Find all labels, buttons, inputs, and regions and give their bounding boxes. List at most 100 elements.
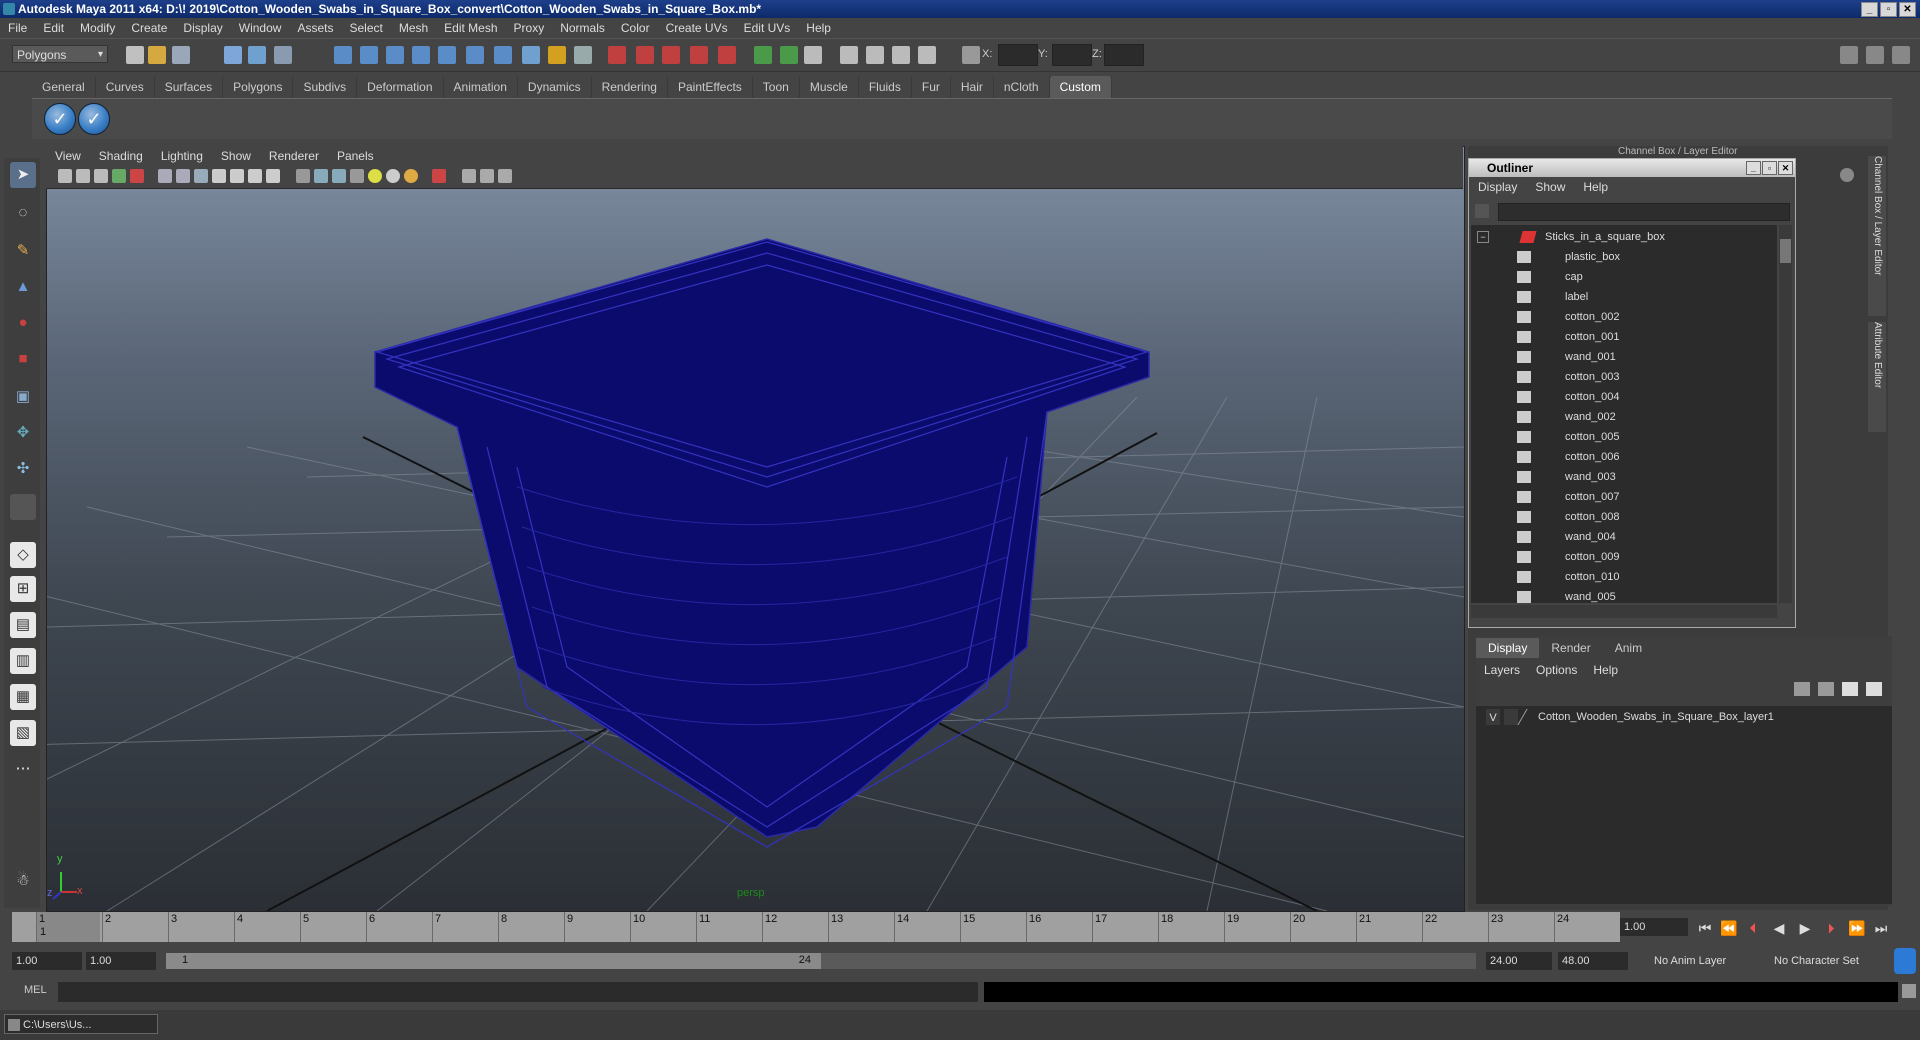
outliner-horizontal-scrollbar[interactable] (1471, 605, 1777, 618)
menu-edit-mesh[interactable]: Edit Mesh (436, 18, 505, 38)
shelf-tab-subdivs[interactable]: Subdivs (293, 76, 358, 98)
outliner-row[interactable]: cotton_004 (1471, 387, 1771, 407)
create-layer-from-selected-icon[interactable] (1866, 682, 1882, 696)
input-ops-icon[interactable] (754, 46, 772, 64)
outliner-menu-help[interactable]: Help (1574, 177, 1617, 197)
menu-select[interactable]: Select (341, 18, 390, 38)
menu-window[interactable]: Window (231, 18, 290, 38)
render-view-icon[interactable] (840, 46, 858, 64)
shelf-tab-hair[interactable]: Hair (951, 76, 994, 98)
outliner-close-button[interactable]: ✕ (1778, 161, 1793, 175)
layer-tab-display[interactable]: Display (1476, 638, 1540, 658)
rotate-tool-icon[interactable]: ● (10, 310, 36, 336)
channel-box-side-tab[interactable]: Channel Box / Layer Editor (1868, 156, 1886, 316)
menu-modify[interactable]: Modify (72, 18, 123, 38)
outliner-row[interactable]: cotton_009 (1471, 547, 1771, 567)
pick-mask-edge-icon[interactable] (360, 46, 378, 64)
hypershade-layout-icon[interactable]: ▦ (10, 684, 36, 710)
pick-mask-vertex-icon[interactable] (334, 46, 352, 64)
outliner-search-input[interactable] (1498, 203, 1790, 221)
pick-mask-curve-icon[interactable] (466, 46, 484, 64)
x-coord-input[interactable] (998, 44, 1038, 66)
outliner-row[interactable]: wand_003 (1471, 467, 1771, 487)
new-scene-icon[interactable] (126, 46, 144, 64)
outliner-row[interactable]: wand_004 (1471, 527, 1771, 547)
step-back-frame-icon[interactable]: ⏴ (1742, 918, 1764, 938)
shelf-tab-rendering[interactable]: Rendering (592, 76, 668, 98)
grid-toggle-icon[interactable] (158, 169, 172, 183)
quick-help-icon[interactable]: ☃ (10, 868, 36, 894)
outliner-minimize-button[interactable]: _ (1746, 161, 1761, 175)
persp-outliner-layout-icon[interactable]: ▤ (10, 612, 36, 638)
shelf-tab-muscle[interactable]: Muscle (800, 76, 859, 98)
move-tool-icon[interactable]: ▲ (10, 274, 36, 300)
channel-box-options-icon[interactable] (1840, 168, 1854, 182)
play-backwards-icon[interactable]: ◀ (1768, 918, 1790, 938)
playback-start-field[interactable]: 1.00 (86, 952, 156, 970)
gate-mask-icon[interactable] (212, 169, 226, 183)
2d-pan-zoom-icon[interactable] (130, 169, 144, 183)
help-line-icon[interactable] (522, 46, 540, 64)
menu-set-selector[interactable]: Polygons (12, 45, 108, 64)
outliner-row[interactable]: cotton_003 (1471, 367, 1771, 387)
minimize-button[interactable]: _ (1861, 2, 1878, 17)
shelf-check-icon-2[interactable]: ✓ (78, 103, 110, 135)
current-frame-marker[interactable]: 1 (36, 912, 100, 942)
scale-tool-icon[interactable]: ■ (10, 346, 36, 372)
menu-proxy[interactable]: Proxy (506, 18, 553, 38)
layer-menu-layers[interactable]: Layers (1476, 660, 1528, 680)
step-back-key-icon[interactable]: ⏪ (1718, 918, 1740, 938)
xray-joints-icon[interactable] (480, 169, 494, 183)
attribute-editor-toggle-icon[interactable] (1840, 46, 1858, 64)
snap-to-point-icon[interactable] (662, 46, 680, 64)
shelf-tab-general[interactable]: General (32, 76, 96, 98)
pick-mask-uv-icon[interactable] (412, 46, 430, 64)
paint-select-tool-icon[interactable]: ✎ (10, 238, 36, 264)
z-coord-input[interactable] (1104, 44, 1144, 66)
pick-mask-face-icon[interactable] (386, 46, 404, 64)
snap-to-curve-icon[interactable] (636, 46, 654, 64)
viewport-menu-renderer[interactable]: Renderer (260, 146, 328, 166)
safe-action-icon[interactable] (248, 169, 262, 183)
layer-menu-help[interactable]: Help (1585, 660, 1626, 680)
textured-icon[interactable] (350, 169, 364, 183)
toolbox-expand-icon[interactable]: ⋯ (10, 756, 36, 782)
ipr-render-icon[interactable] (892, 46, 910, 64)
use-all-lights-icon[interactable] (368, 169, 382, 183)
menu-create[interactable]: Create (123, 18, 175, 38)
graph-editor-layout-icon[interactable]: ▧ (10, 720, 36, 746)
shelf-tab-surfaces[interactable]: Surfaces (155, 76, 224, 98)
outliner-root-row[interactable]: − Sticks_in_a_square_box (1471, 227, 1771, 247)
maximize-button[interactable]: ▫ (1880, 2, 1897, 17)
perspective-viewport[interactable]: y x z persp (46, 146, 1465, 912)
shelf-tab-toon[interactable]: Toon (753, 76, 800, 98)
pick-mask-surface-icon[interactable] (494, 46, 512, 64)
isolate-select-icon[interactable] (432, 169, 446, 183)
persp-graph-layout-icon[interactable]: ▥ (10, 648, 36, 674)
menu-edit-uvs[interactable]: Edit UVs (736, 18, 799, 38)
xray-icon[interactable] (462, 169, 476, 183)
soft-modification-icon[interactable]: ✥ (10, 420, 36, 446)
viewport-menu-show[interactable]: Show (212, 146, 260, 166)
shelf-tab-deformation[interactable]: Deformation (357, 76, 444, 98)
outliner-row[interactable]: cap (1471, 267, 1771, 287)
render-current-frame-icon[interactable] (866, 46, 884, 64)
outliner-row[interactable]: cotton_002 (1471, 307, 1771, 327)
pick-mask-misc-icon[interactable] (438, 46, 456, 64)
menu-mesh[interactable]: Mesh (391, 18, 436, 38)
outliner-row[interactable]: wand_005 (1471, 587, 1771, 603)
lock-selection-icon[interactable] (548, 46, 566, 64)
wireframe-on-shaded-icon[interactable] (332, 169, 346, 183)
last-tool-icon[interactable] (10, 494, 36, 520)
layer-visibility-toggle[interactable]: V (1486, 709, 1500, 725)
shelf-tab-custom[interactable]: Custom (1049, 76, 1112, 98)
menu-edit[interactable]: Edit (35, 18, 72, 38)
save-scene-icon[interactable] (172, 46, 190, 64)
menu-create-uvs[interactable]: Create UVs (658, 18, 736, 38)
outliner-row[interactable]: label (1471, 287, 1771, 307)
show-manipulator-icon[interactable]: ✣ (10, 456, 36, 482)
outliner-row[interactable]: plastic_box (1471, 247, 1771, 267)
range-slider-handle[interactable]: 1 24 (166, 953, 821, 969)
script-editor-icon[interactable] (1902, 984, 1916, 998)
four-view-layout-icon[interactable]: ⊞ (10, 576, 36, 602)
